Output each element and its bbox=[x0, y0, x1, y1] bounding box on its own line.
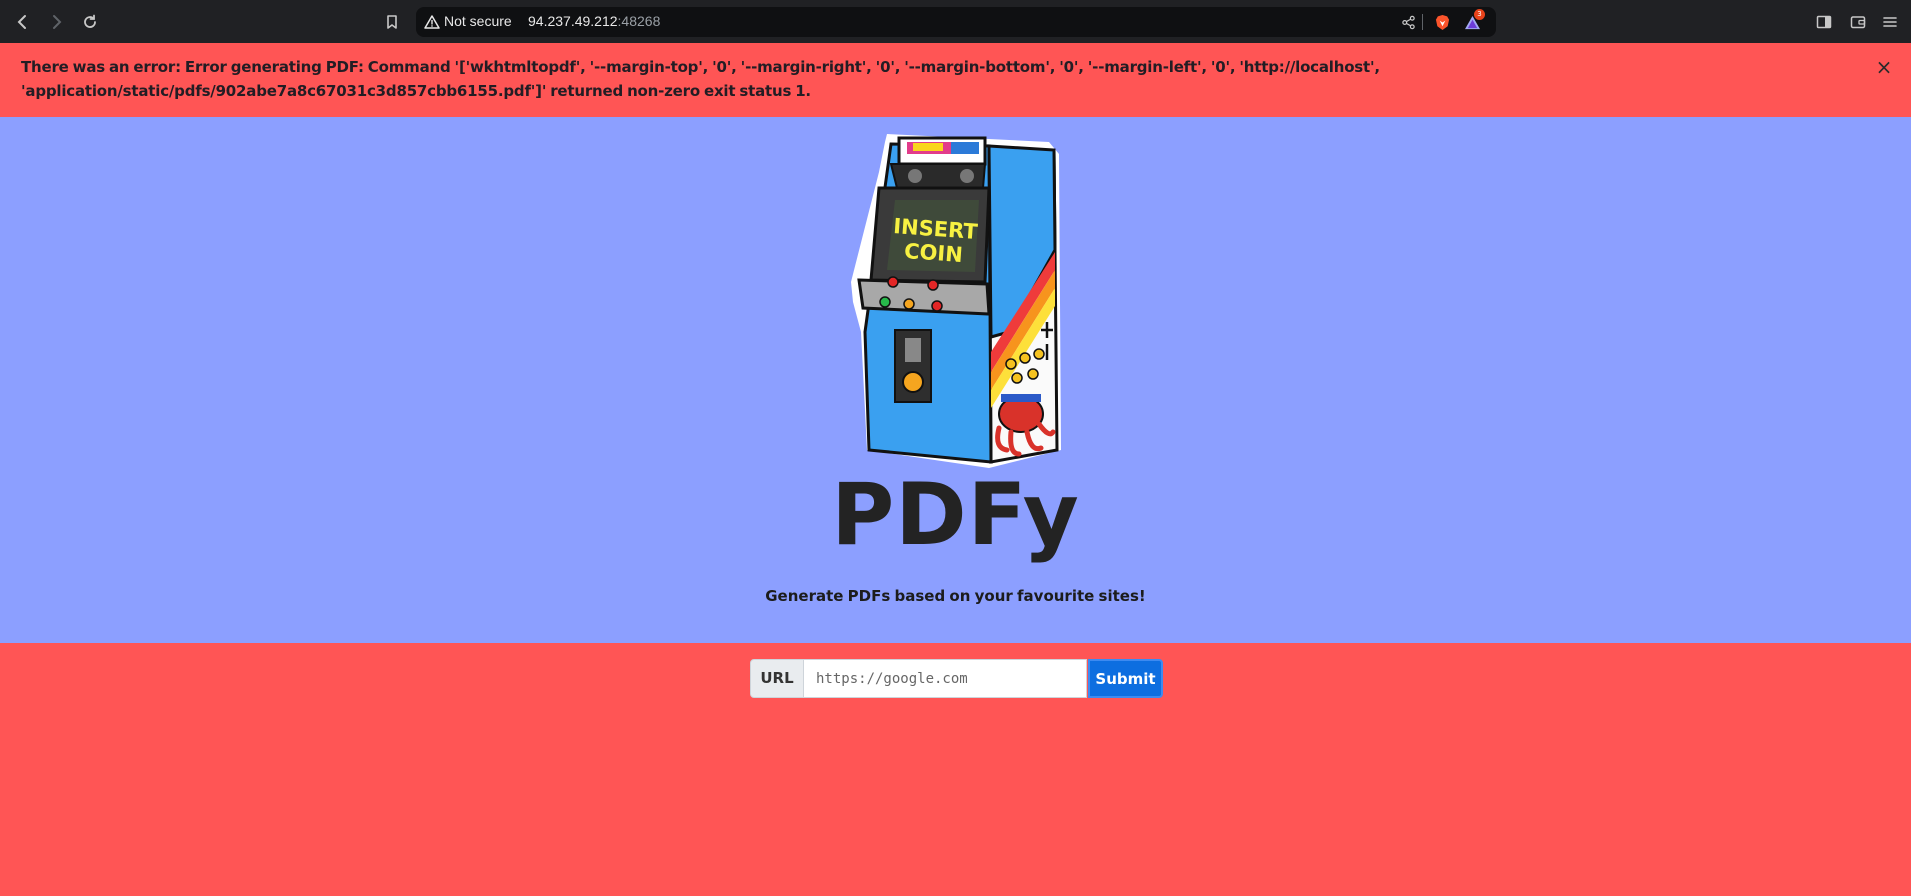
close-icon[interactable]: × bbox=[1873, 56, 1895, 78]
security-status[interactable]: Not secure bbox=[444, 13, 512, 29]
arcade-cabinet-logo: INSERT COIN bbox=[851, 134, 1061, 468]
bookmark-button[interactable] bbox=[380, 10, 404, 34]
reload-icon bbox=[84, 14, 96, 28]
hero-section: INSERT COIN PDFy Generate PDFs based on … bbox=[0, 117, 1911, 643]
url-host: 94.237.49.212 bbox=[528, 13, 618, 29]
error-message: There was an error: Error generating PDF… bbox=[21, 58, 1380, 100]
chevron-left-icon bbox=[17, 15, 26, 29]
submit-button[interactable]: Submit bbox=[1088, 659, 1163, 698]
hamburger-menu-icon bbox=[1883, 17, 1897, 27]
share-icon bbox=[1401, 15, 1415, 29]
sidebar-toggle-button[interactable] bbox=[1812, 10, 1836, 34]
arcade-screen-line2: COIN bbox=[903, 239, 963, 267]
error-alert: There was an error: Error generating PDF… bbox=[0, 43, 1911, 117]
rewards-badge: 3 bbox=[1474, 9, 1485, 20]
wallet-button[interactable] bbox=[1846, 10, 1870, 34]
brave-shields-button[interactable] bbox=[1432, 12, 1452, 32]
url-label: URL bbox=[750, 659, 804, 698]
wallet-icon bbox=[1850, 16, 1866, 29]
url-input[interactable] bbox=[804, 659, 1087, 698]
page-title: PDFy bbox=[831, 465, 1080, 565]
address-bar-divider bbox=[1422, 14, 1423, 30]
page-subtitle: Generate PDFs based on your favourite si… bbox=[765, 587, 1146, 605]
sidebar-icon bbox=[1816, 15, 1832, 29]
browser-toolbar: Not secure 94.237.49.212:48268 3 bbox=[0, 0, 1911, 43]
brave-rewards-button[interactable]: 3 bbox=[1462, 9, 1485, 32]
brave-lion-icon bbox=[1435, 14, 1449, 30]
url-text[interactable]: 94.237.49.212:48268 bbox=[528, 13, 660, 29]
chevron-right-icon bbox=[53, 15, 62, 29]
menu-button[interactable] bbox=[1878, 10, 1902, 34]
reload-button[interactable] bbox=[78, 10, 102, 34]
back-button[interactable] bbox=[11, 10, 35, 34]
address-bar[interactable]: Not secure 94.237.49.212:48268 3 bbox=[416, 7, 1496, 37]
warning-icon[interactable] bbox=[424, 14, 440, 30]
share-button[interactable] bbox=[1398, 12, 1418, 32]
forward-button[interactable] bbox=[44, 10, 68, 34]
bookmark-icon bbox=[387, 15, 397, 29]
url-form: URL Submit bbox=[750, 659, 1163, 698]
url-port: :48268 bbox=[617, 13, 661, 29]
